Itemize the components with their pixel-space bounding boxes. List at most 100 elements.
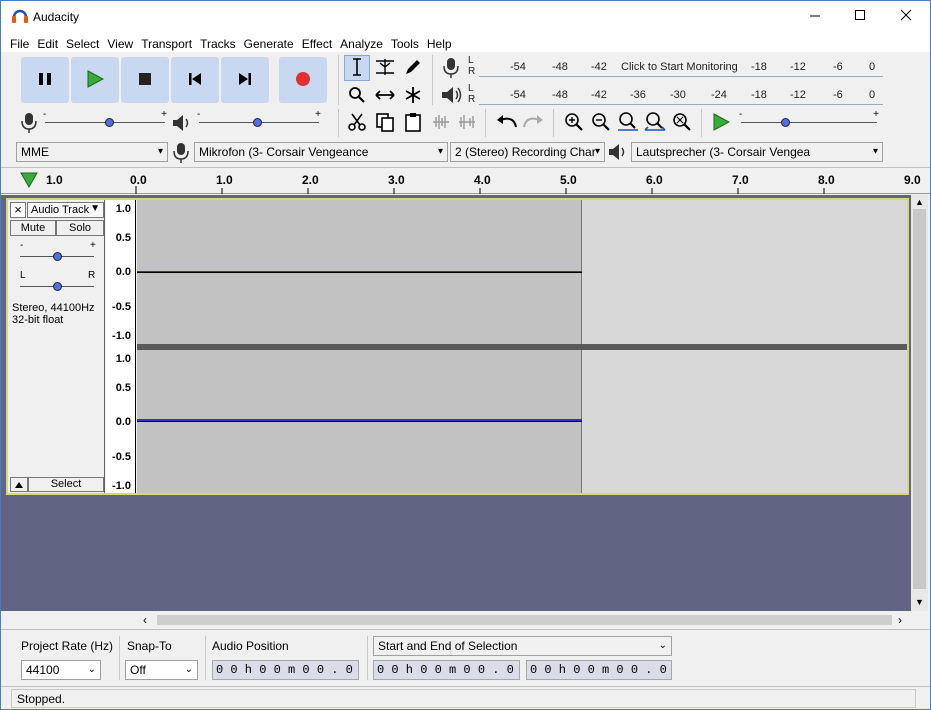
minimize-icon[interactable] [807,7,823,23]
selection-end-value: 0 0 h 0 0 m 0 0 . 0 0 0 s [530,663,671,677]
menu-view[interactable]: View [103,34,137,54]
menu-bar: File Edit Select View Transport Tracks Generat… [1,32,930,52]
selection-mode-select[interactable]: Start and End of Selection ⌄ [373,636,672,656]
track-select-button[interactable]: Select [28,477,104,492]
selection-toolbar: Project Rate (Hz) 44100 ⌄ Snap-To Off ⌄ Au… [1,629,930,685]
playback-meter[interactable]: L R -54 -48 -42 -36 -30 -24 -18 -12 -6 0 [467,83,883,105]
menu-tools[interactable]: Tools [387,34,423,54]
silence-icon [457,112,477,135]
playback-device-select[interactable]: Lautsprecher (3- Corsair Vengea ▾ [631,142,883,162]
copy-button[interactable] [373,111,397,135]
audio-position-field[interactable]: 0 0 h 0 0 m 0 0 . 0 0 0 s [212,660,359,680]
scroll-down-icon[interactable]: ▼ [915,597,924,607]
time-shift-tool[interactable] [373,84,397,108]
record-meter[interactable]: L R -54 -48 -42 Click to Start Monitorin… [467,55,883,77]
play-at-speed-button[interactable] [709,111,733,135]
playback-volume-slider[interactable]: - + [197,109,321,133]
recording-channels-select[interactable]: 2 (Stereo) Recording Char ▾ [450,142,605,162]
track-pan-slider[interactable] [20,277,94,297]
clipboard-icon [403,112,423,135]
record-meter-mic-icon[interactable] [441,57,461,82]
collapse-track-button[interactable] [10,477,28,492]
pause-button[interactable] [21,57,69,103]
redo-button[interactable] [521,111,545,135]
selection-end-field[interactable]: 0 0 h 0 0 m 0 0 . 0 0 0 s [526,660,672,680]
recording-channels-value: 2 (Stereo) Recording Char [455,145,596,159]
menu-file[interactable]: File [6,34,33,54]
scroll-right-icon[interactable]: › [898,613,902,627]
ruler-label: 7.0 [732,173,749,187]
chevron-down-icon: ⌄ [184,664,193,675]
chevron-down-icon: ⌄ [87,664,96,675]
menu-select[interactable]: Select [62,34,103,54]
multi-tool[interactable] [401,84,425,108]
recording-volume-slider[interactable]: - + [43,109,167,133]
mute-button[interactable]: Mute [10,220,56,236]
stop-button[interactable] [121,57,169,103]
trim-audio-button[interactable] [429,111,453,135]
waveform-area[interactable] [137,200,907,493]
recording-device-select[interactable]: Mikrofon (3- Corsair Vengeance ▾ [194,142,448,162]
status-text: Stopped. [17,692,66,706]
chevron-down-icon: ▾ [157,146,163,157]
menu-tracks[interactable]: Tracks [196,34,240,54]
envelope-tool[interactable] [373,56,397,80]
selection-start-field[interactable]: 0 0 h 0 0 m 0 0 . 0 0 0 s [373,660,520,680]
silence-audio-button[interactable] [455,111,479,135]
scroll-left-icon[interactable]: ‹ [143,613,147,627]
amplitude-label: 0.5 [115,232,131,244]
click-to-start-monitoring[interactable]: Click to Start Monitoring [621,61,738,73]
menu-help[interactable]: Help [423,34,456,54]
playback-meter-speaker-icon[interactable] [441,85,463,108]
audio-host-value: MME [21,145,49,159]
solo-button[interactable]: Solo [56,220,104,236]
track-format-info: Stereo, 44100Hz [12,302,95,314]
menu-effect[interactable]: Effect [298,34,336,54]
amplitude-label: -0.5 [112,451,131,463]
menu-generate[interactable]: Generate [240,34,298,54]
project-rate-value: 44100 [26,663,60,677]
selection-tool[interactable] [344,55,370,81]
zoom-in-button[interactable] [562,111,586,135]
snap-to-select[interactable]: Off ⌄ [125,660,198,680]
track-close-button[interactable]: × [10,202,26,218]
close-window-icon[interactable] [898,7,914,23]
maximize-icon[interactable] [852,7,868,23]
zoom-toggle-button[interactable] [670,111,694,135]
play-tick: -6 [833,89,843,101]
audio-host-select[interactable]: MME ▾ [16,142,168,162]
selection-mode-value: Start and End of Selection [378,639,518,653]
record-icon [295,71,311,90]
menu-transport[interactable]: Transport [137,34,196,54]
fit-project-button[interactable] [643,111,667,135]
horizontal-scroll-thumb[interactable] [157,615,892,625]
track-gain-slider[interactable] [20,247,94,267]
menu-edit[interactable]: Edit [33,34,62,54]
draw-tool[interactable] [401,56,425,80]
playback-speed-slider[interactable]: - + [739,109,879,133]
timeline-ruler[interactable]: 1.0 0.0 1.0 2.0 3.0 4.0 5.0 6.0 7.0 8.0 … [1,167,930,194]
amplitude-label: -1.0 [112,480,131,492]
horizontal-scrollbar[interactable]: ‹ › [141,612,911,628]
skip-to-start-button[interactable] [171,57,219,103]
play-at-speed-icon [712,112,731,134]
zoom-tool[interactable] [345,84,369,108]
zoom-out-button[interactable] [589,111,613,135]
fit-selection-button[interactable] [616,111,640,135]
audio-track[interactable]: × Audio Track ▼ Mute Solo - + L R Stereo,… [6,198,909,495]
cut-button[interactable] [345,111,369,135]
play-tick: -18 [751,89,767,101]
scroll-up-icon[interactable]: ▲ [915,197,924,207]
vertical-scroll-thumb[interactable] [913,209,926,589]
vertical-scrollbar[interactable]: ▲ ▼ [911,195,928,611]
double-arrow-icon [375,88,395,105]
record-button[interactable] [279,57,327,103]
track-name-menu[interactable]: Audio Track ▼ [27,202,104,218]
window-title: Audacity [33,10,80,24]
menu-analyze[interactable]: Analyze [336,34,387,54]
project-rate-select[interactable]: 44100 ⌄ [21,660,101,680]
paste-button[interactable] [401,111,425,135]
skip-to-end-button[interactable] [221,57,269,103]
undo-button[interactable] [495,111,519,135]
play-button[interactable] [71,57,119,103]
